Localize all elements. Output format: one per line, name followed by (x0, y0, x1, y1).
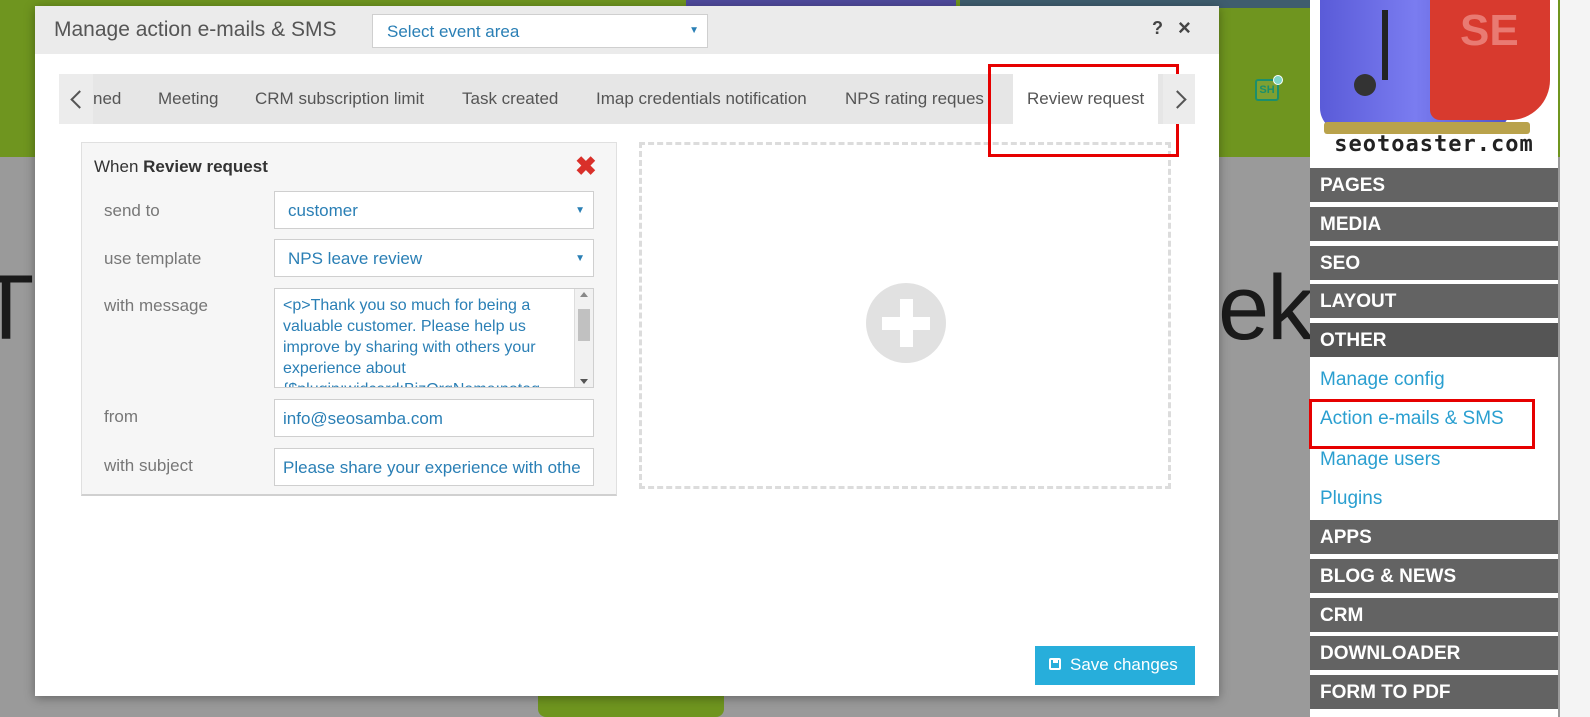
from-value: info@seosamba.com (283, 409, 443, 428)
menu-other[interactable]: OTHER (1310, 323, 1558, 359)
menu-plugins[interactable]: Plugins (1320, 488, 1382, 510)
tab-meeting[interactable]: Meeting (158, 74, 218, 124)
use-template-label: use template (104, 249, 202, 268)
sh-badge-label: SH (1259, 84, 1275, 96)
with-subject-label: with subject (104, 456, 193, 475)
toaster-side: SE (1430, 0, 1550, 120)
add-trigger-zone[interactable] (639, 142, 1171, 489)
menu-blog-news[interactable]: BLOG & NEWS (1310, 559, 1558, 595)
save-changes-label: Save changes (1070, 655, 1178, 674)
send-to-select[interactable]: customer ▼ (274, 191, 594, 229)
seotoaster-logo[interactable]: SE seotoaster.com (1310, 0, 1558, 167)
menu-form-to-pdf[interactable]: FORM TO PDF (1310, 675, 1558, 711)
manage-action-emails-dialog: Manage action e-mails & SMS Select event… (35, 6, 1219, 696)
toaster-knob (1354, 74, 1376, 96)
subject-field[interactable]: Please share your experience with othe (274, 448, 594, 486)
scroll-up-icon[interactable] (580, 292, 588, 297)
scroll-thumb[interactable] (578, 309, 590, 341)
notification-dot (1273, 75, 1283, 85)
chevron-down-icon: ▼ (575, 253, 585, 264)
tab-task-created[interactable]: Task created (462, 74, 558, 124)
page-scrollbar[interactable] (1560, 0, 1590, 717)
menu-layout[interactable]: LAYOUT (1310, 284, 1558, 320)
close-button[interactable]: × (1178, 15, 1191, 41)
plus-icon[interactable] (866, 283, 946, 363)
menu-manage-config[interactable]: Manage config (1320, 369, 1445, 391)
when-label: When (94, 157, 139, 176)
send-to-label: send to (104, 201, 160, 220)
remove-trigger-icon[interactable]: ✖ (575, 153, 597, 179)
event-area-select-value: Select event area (387, 22, 520, 41)
logo-watermark: SE (1460, 6, 1519, 55)
scroll-down-icon[interactable] (580, 379, 588, 384)
message-textarea[interactable]: <p>Thank you so much for being a valuabl… (274, 288, 594, 388)
menu-manage-users[interactable]: Manage users (1320, 449, 1440, 471)
template-value: NPS leave review (288, 249, 423, 268)
message-text: <p>Thank you so much for being a valuabl… (283, 297, 540, 387)
menu-apps[interactable]: APPS (1310, 520, 1558, 556)
tab-imap-credentials-notification[interactable]: Imap credentials notification (596, 74, 807, 124)
menu-pages[interactable]: PAGES (1310, 168, 1558, 204)
tab-ned[interactable]: ned (93, 74, 121, 124)
tab-review-request[interactable]: Review request (1013, 74, 1159, 124)
message-scrollbar[interactable] (574, 289, 593, 387)
tabs-prev-arrow-icon[interactable] (59, 74, 93, 124)
toaster-lever (1382, 10, 1388, 80)
logo-text: seotoaster.com (1334, 132, 1534, 157)
menu-action-emails-sms[interactable]: Action e-mails & SMS (1320, 408, 1504, 430)
chevron-down-icon: ▼ (689, 25, 699, 36)
with-message-label: with message (104, 296, 208, 315)
tab-nps-rating-request[interactable]: NPS rating reques (845, 74, 984, 124)
sh-badge-icon[interactable]: SH (1255, 75, 1283, 101)
menu-media[interactable]: MEDIA (1310, 207, 1558, 243)
admin-sidebar: SE seotoaster.com PAGES MEDIA SEO LAYOUT… (1310, 0, 1558, 717)
event-area-select[interactable]: Select event area ▼ (372, 14, 708, 48)
send-to-value: customer (288, 201, 358, 220)
event-tabs: ned Meeting CRM subscription limit Task … (59, 74, 1195, 124)
help-button[interactable]: ? (1152, 18, 1163, 39)
subject-value: Please share your experience with othe (283, 458, 581, 477)
menu-downloader[interactable]: DOWNLOADER (1310, 636, 1558, 672)
menu-seo[interactable]: SEO (1310, 246, 1558, 282)
trigger-event-name: Review request (143, 157, 268, 176)
tab-crm-subscription-limit[interactable]: CRM subscription limit (255, 74, 424, 124)
dialog-title: Manage action e-mails & SMS (54, 18, 337, 41)
tabs-next-arrow-icon[interactable] (1163, 74, 1195, 124)
chevron-down-icon: ▼ (575, 205, 585, 216)
from-label: from (104, 407, 138, 426)
trigger-heading: When Review request (94, 157, 268, 177)
template-select[interactable]: NPS leave review ▼ (274, 239, 594, 277)
dialog-header: Manage action e-mails & SMS Select event… (35, 6, 1219, 54)
menu-crm[interactable]: CRM (1310, 598, 1558, 634)
trigger-panel: When Review request ✖ send to customer ▼… (81, 142, 617, 496)
save-changes-button[interactable]: Save changes (1035, 646, 1195, 685)
floppy-disk-icon (1049, 658, 1061, 670)
from-field[interactable]: info@seosamba.com (274, 399, 594, 437)
